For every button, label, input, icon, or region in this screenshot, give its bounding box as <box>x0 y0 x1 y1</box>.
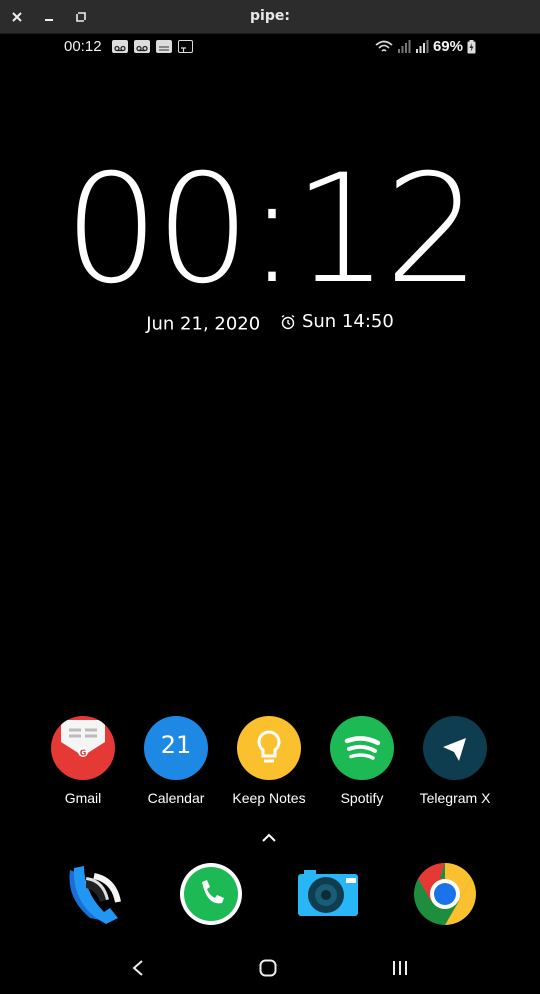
lockscreen-date-row: Jun 21, 2020 Sun 14:50 <box>0 311 540 335</box>
recents-icon[interactable] <box>390 958 410 982</box>
gmail-icon: G <box>51 716 115 780</box>
rtt-icon <box>156 40 172 53</box>
battery-charging-icon <box>467 39 476 53</box>
calendar-badge: 21 <box>160 731 192 759</box>
window-titlebar: pipe: <box>0 0 540 34</box>
phone-icon[interactable] <box>179 862 243 926</box>
wifi-icon <box>375 40 393 52</box>
next-alarm: Sun 14:50 <box>280 311 394 332</box>
back-icon[interactable] <box>128 958 148 982</box>
app-drawer-chevron-up-icon[interactable] <box>260 829 278 848</box>
camera-icon[interactable] <box>296 862 360 926</box>
lockscreen-date: Jun 21, 2020 <box>146 313 261 335</box>
app-label: Telegram X <box>419 790 491 806</box>
app-label: Keep Notes <box>232 790 306 806</box>
calendar-icon: 21 <box>144 716 208 780</box>
lockscreen-clock: 00:12 <box>63 143 480 317</box>
app-keep-notes[interactable]: Keep Notes <box>219 716 319 806</box>
app-spotify[interactable]: Spotify <box>312 716 412 806</box>
svg-text:G: G <box>80 749 87 758</box>
battery-percent: 69% <box>432 38 463 55</box>
app-label: Spotify <box>340 790 384 806</box>
voicemail-icon <box>134 40 150 53</box>
home-icon[interactable] <box>258 958 278 982</box>
signal-icon <box>397 40 411 53</box>
phone-dialer-icon[interactable] <box>62 862 126 926</box>
translate-icon <box>178 40 193 53</box>
app-label: Calendar <box>147 790 205 806</box>
spotify-icon <box>330 716 394 780</box>
app-label: Gmail <box>64 790 102 806</box>
status-notification-icons <box>112 40 193 53</box>
status-system-icons: 69% <box>375 38 476 55</box>
signal-icon <box>415 40 429 53</box>
app-telegram-x[interactable]: Telegram X <box>405 716 505 806</box>
alarm-clock-icon <box>281 314 295 329</box>
app-gmail[interactable]: G Gmail <box>33 716 133 806</box>
app-calendar[interactable]: 21 Calendar <box>126 716 226 806</box>
window-title: pipe: <box>250 8 290 24</box>
chrome-icon[interactable] <box>413 862 477 926</box>
next-alarm-time: Sun 14:50 <box>301 311 394 332</box>
status-time: 00:12 <box>64 38 102 55</box>
status-bar: 00:12 69% <box>0 33 540 61</box>
voicemail-icon <box>112 40 128 53</box>
keep-notes-icon <box>237 716 301 780</box>
telegram-icon <box>423 716 487 780</box>
navigation-bar <box>0 950 540 986</box>
